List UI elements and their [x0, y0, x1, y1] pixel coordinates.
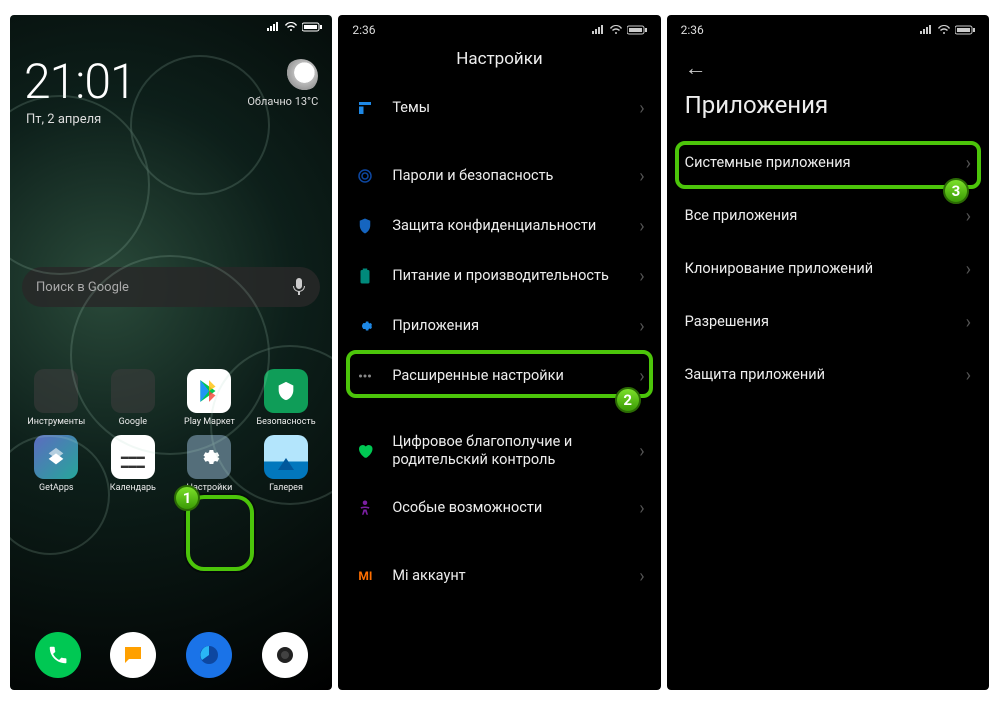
- settings-screen: 2:36 Настройки Темы › Пароли и безопасно…: [338, 15, 660, 690]
- chevron-right-icon: ›: [639, 566, 644, 587]
- weather-widget[interactable]: Облачно 13°C: [247, 59, 318, 108]
- status-bar: 2:36: [667, 15, 989, 39]
- themes-icon: [354, 97, 376, 119]
- settings-row-battery[interactable]: Питание и производительность ›: [338, 251, 660, 301]
- status-bar: 2:36: [338, 15, 660, 39]
- page-title: Приложения: [667, 85, 989, 137]
- settings-row-wellbeing[interactable]: Цифровое благополучие и родительский кон…: [338, 419, 660, 483]
- chevron-right-icon: ›: [639, 166, 644, 187]
- settings-row-apps[interactable]: Приложения ›: [338, 301, 660, 351]
- settings-row-passwords[interactable]: Пароли и безопасность ›: [338, 151, 660, 201]
- chevron-right-icon: ›: [966, 312, 971, 333]
- callout-badge-3: 3: [943, 178, 969, 204]
- chevron-right-icon: ›: [966, 365, 971, 386]
- page-title: Настройки: [338, 39, 660, 83]
- chevron-right-icon: ›: [639, 266, 644, 287]
- callout-badge-2: 2: [615, 387, 641, 413]
- dock-browser[interactable]: [186, 632, 232, 678]
- accessibility-icon: [354, 497, 376, 519]
- chevron-right-icon: ›: [639, 216, 644, 237]
- apps-row-all[interactable]: Все приложения ›: [667, 190, 989, 243]
- apps-row-clone[interactable]: Клонирование приложений ›: [667, 243, 989, 296]
- settings-row-themes[interactable]: Темы ›: [338, 83, 660, 133]
- gear-icon: [354, 315, 376, 337]
- settings-row-mi-account[interactable]: MI Mi аккаунт ›: [338, 551, 660, 601]
- dock: [10, 632, 332, 678]
- callout-highlight-2: [346, 350, 652, 398]
- weather-icon: [284, 59, 318, 93]
- apps-row-protection[interactable]: Защита приложений ›: [667, 349, 989, 402]
- home-screen: 21:01 Пт, 2 апреля Облачно 13°C Поиск в …: [10, 15, 332, 690]
- chevron-right-icon: ›: [639, 98, 644, 119]
- chevron-right-icon: ›: [966, 259, 971, 280]
- wallpaper: [10, 15, 332, 690]
- dock-camera[interactable]: [262, 632, 308, 678]
- chevron-right-icon: ›: [639, 498, 644, 519]
- chevron-right-icon: ›: [966, 206, 971, 227]
- dock-messages[interactable]: [110, 632, 156, 678]
- chevron-right-icon: ›: [639, 316, 644, 337]
- heart-icon: [354, 440, 376, 462]
- apps-row-permissions[interactable]: Разрешения ›: [667, 296, 989, 349]
- dock-phone[interactable]: [35, 632, 81, 678]
- shield-icon: [354, 215, 376, 237]
- mi-logo-icon: MI: [354, 565, 376, 587]
- battery-icon: [354, 265, 376, 287]
- back-button[interactable]: ←: [667, 39, 989, 85]
- callout-badge-1: 1: [174, 485, 200, 511]
- chevron-right-icon: ›: [639, 441, 644, 462]
- callout-highlight-3: [675, 141, 981, 189]
- apps-screen: 2:36 ← Приложения Системные приложения ›…: [667, 15, 989, 690]
- settings-row-accessibility[interactable]: Особые возможности ›: [338, 483, 660, 533]
- settings-row-privacy[interactable]: Защита конфиденциальности ›: [338, 201, 660, 251]
- fingerprint-icon: [354, 165, 376, 187]
